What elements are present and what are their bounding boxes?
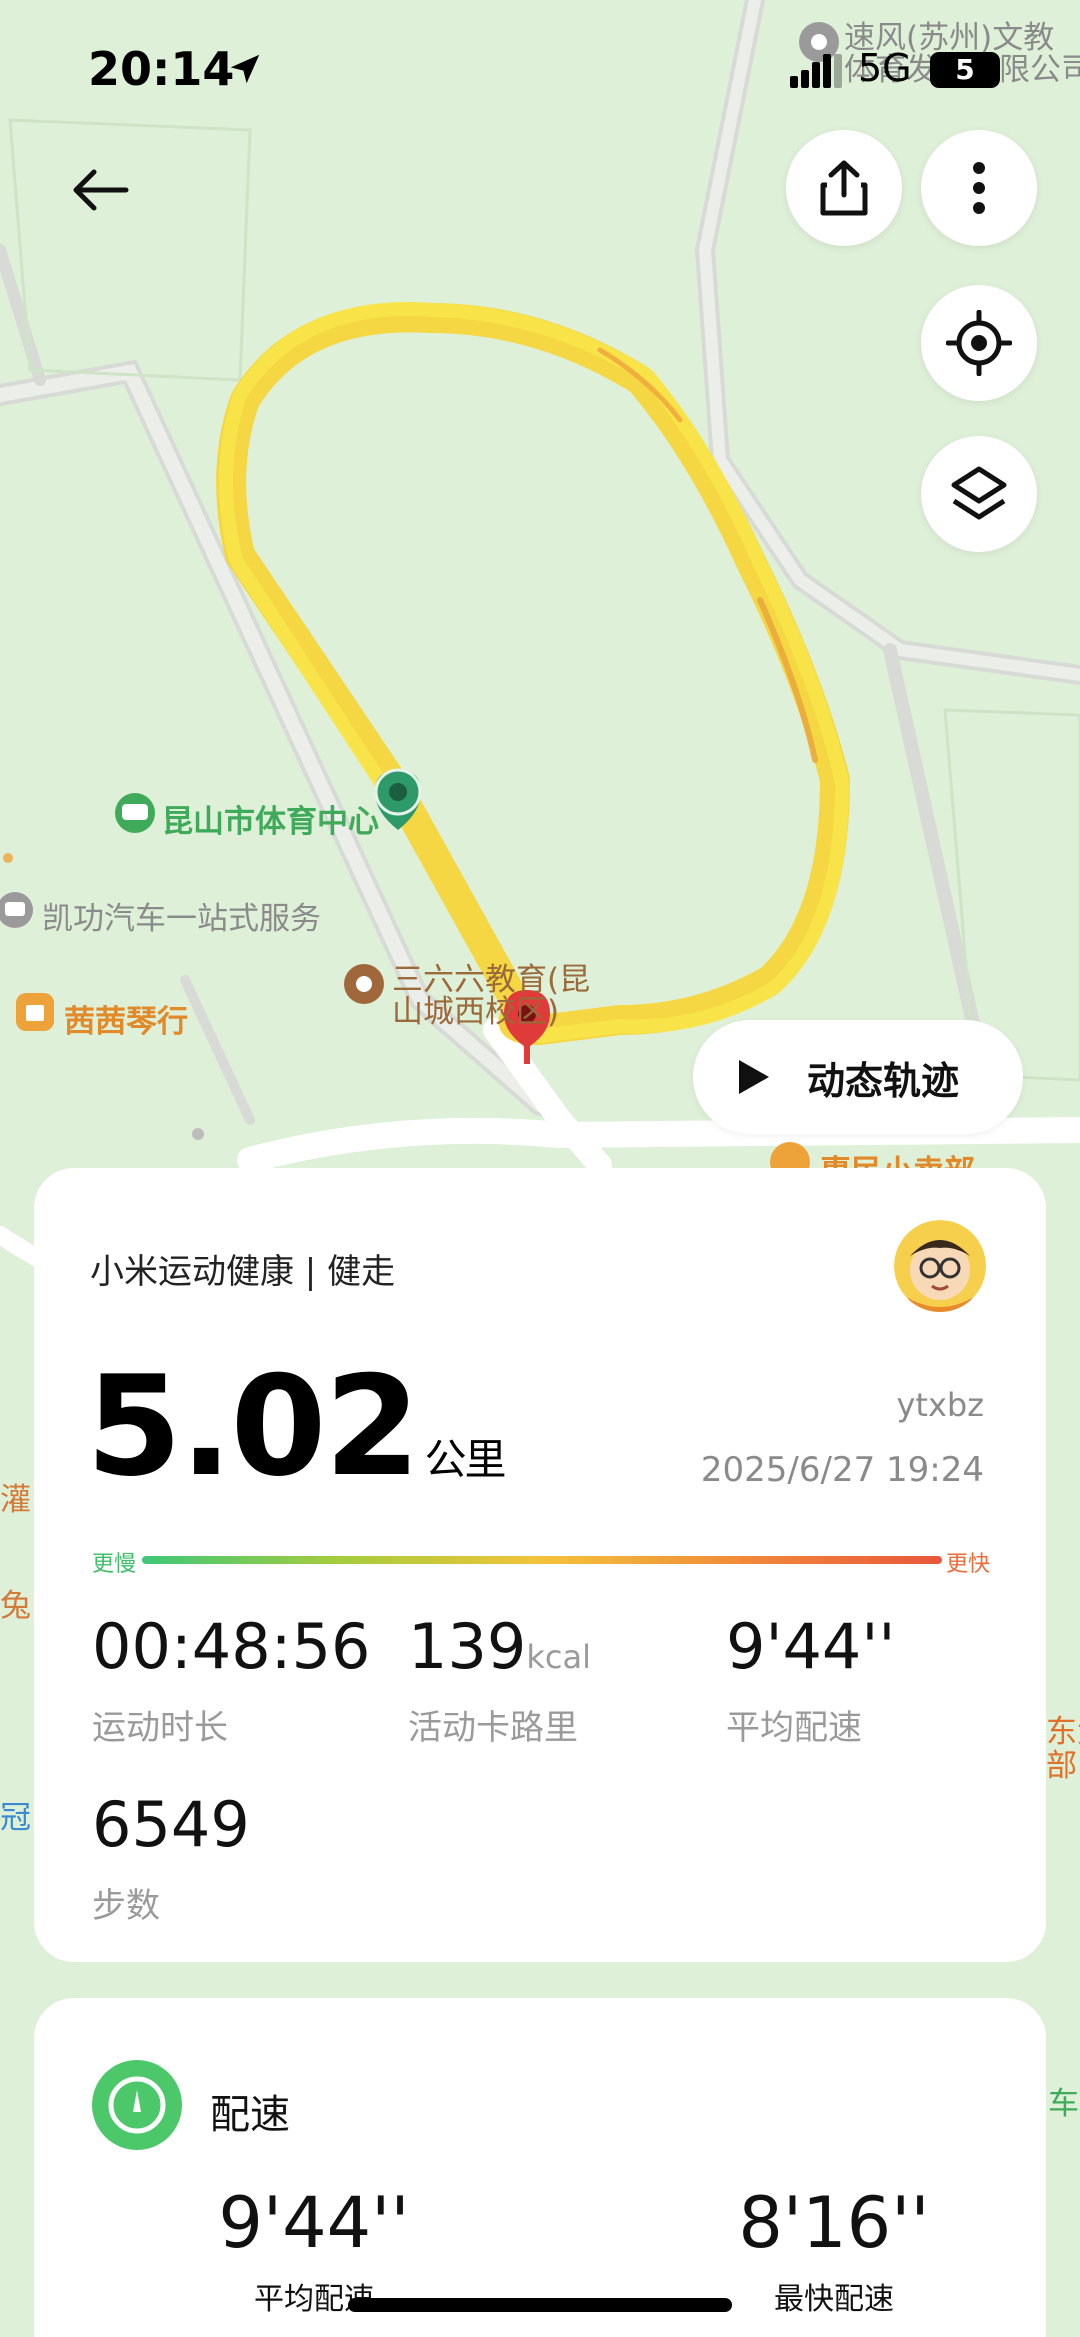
network-type: 5G bbox=[858, 46, 912, 90]
locate-target-icon bbox=[946, 310, 1012, 376]
map-label[interactable]: 茜茜琴行 bbox=[64, 996, 188, 1041]
user-name: ytxbz bbox=[896, 1386, 984, 1424]
distance-number: 5.02 bbox=[86, 1346, 420, 1507]
pace-scale-bar bbox=[142, 1556, 942, 1564]
pace-fastest-value: 8'16'' bbox=[738, 2182, 930, 2264]
play-icon bbox=[739, 1060, 769, 1094]
stat-duration: 00:48:56 运动时长 bbox=[92, 1616, 370, 1749]
pace-title: 配速 bbox=[210, 2092, 290, 2138]
map-dot bbox=[192, 1128, 204, 1140]
stat-value: 00:48:56 bbox=[92, 1610, 371, 1683]
more-button[interactable] bbox=[921, 130, 1037, 246]
map-label: 灌 bbox=[0, 1482, 31, 1518]
map-label: 部 bbox=[1046, 1748, 1077, 1784]
pace-fastest-label: 最快配速 bbox=[774, 2282, 894, 2317]
stat-unit: kcal bbox=[526, 1638, 591, 1676]
status-time: 20:14 bbox=[88, 42, 235, 96]
workout-datetime: 2025/6/27 19:24 bbox=[700, 1450, 984, 1490]
map-label[interactable]: 凯功汽车一站式服务 bbox=[42, 893, 321, 938]
stat-value: 139kcal bbox=[408, 1610, 591, 1683]
distance-value: 5.02 公里 bbox=[86, 1358, 507, 1496]
pace-card[interactable]: 配速 9'44'' 平均配速 8'16'' 最快配速 bbox=[34, 1998, 1046, 2337]
track-playback-button[interactable]: 动态轨迹 bbox=[693, 1020, 1023, 1134]
stat-label: 活动卡路里 bbox=[408, 1708, 578, 1748]
distance-unit: 公里 bbox=[424, 1435, 507, 1484]
share-icon bbox=[820, 160, 868, 216]
more-vertical-icon bbox=[973, 162, 985, 214]
pace-gauge-icon bbox=[92, 2060, 182, 2150]
stat-steps: 6549 步数 bbox=[92, 1794, 250, 1927]
map-label[interactable]: 山城西校区) bbox=[392, 986, 559, 1031]
map-label: 兔 bbox=[0, 1588, 31, 1624]
pace-scale-fast-label: 更快 bbox=[945, 1552, 990, 1577]
share-button[interactable] bbox=[786, 130, 902, 246]
stat-avg-pace: 9'44'' 平均配速 bbox=[726, 1616, 895, 1749]
map-label: 车 bbox=[1048, 2086, 1079, 2122]
locate-button[interactable] bbox=[921, 285, 1037, 401]
location-arrow-icon bbox=[230, 54, 260, 84]
stat-label: 步数 bbox=[92, 1886, 160, 1926]
stat-value: 6549 bbox=[92, 1788, 250, 1861]
app-title: 小米运动健康 | 健走 bbox=[90, 1252, 396, 1292]
layers-icon bbox=[951, 466, 1007, 520]
layers-button[interactable] bbox=[921, 436, 1037, 552]
stat-label: 平均配速 bbox=[726, 1708, 862, 1748]
playback-label: 动态轨迹 bbox=[807, 1058, 960, 1103]
signal-icon bbox=[790, 54, 842, 88]
status-bar: 20:14 5G 5 bbox=[0, 0, 1080, 130]
map-label[interactable]: 昆山市体育中心 bbox=[162, 796, 379, 841]
stat-label: 运动时长 bbox=[92, 1708, 228, 1748]
map-dot bbox=[3, 853, 13, 863]
avatar-image bbox=[894, 1220, 986, 1312]
arrow-left-icon[interactable] bbox=[60, 150, 140, 230]
stat-calories: 139kcal 活动卡路里 bbox=[408, 1616, 591, 1749]
stat-value: 9'44'' bbox=[726, 1610, 896, 1683]
pace-average-value: 9'44'' bbox=[218, 2182, 410, 2264]
workout-summary-card: 小米运动健康 | 健走 5.02 公里 ytxbz 2025/6/27 19:24… bbox=[34, 1168, 1046, 1962]
map-label: 冠 bbox=[0, 1800, 31, 1836]
home-indicator[interactable] bbox=[348, 2298, 732, 2312]
pace-scale-slow-label: 更慢 bbox=[92, 1552, 137, 1577]
battery-icon: 5 bbox=[930, 52, 1000, 88]
avatar[interactable] bbox=[894, 1220, 986, 1312]
